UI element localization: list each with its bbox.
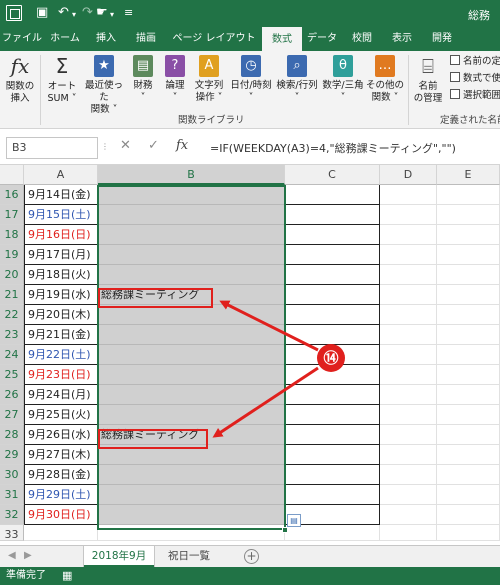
arrow-to-row-21: [219, 300, 319, 352]
annotation-arrows: [212, 300, 319, 438]
sheet-next-icon[interactable]: ▶: [24, 550, 32, 561]
sheet-tab-september[interactable]: 2018年9月: [84, 546, 154, 567]
status-bar: 準備完了 ▦: [0, 567, 500, 585]
sheet-tab-holidays[interactable]: 祝日一覧: [158, 546, 220, 567]
add-sheet-icon[interactable]: +: [244, 549, 259, 564]
macro-record-icon[interactable]: ▦: [62, 567, 72, 585]
sheet-prev-icon[interactable]: ◀: [8, 550, 16, 561]
sheet-tab-bar: ◀ ▶ 2018年9月 祝日一覧 +: [0, 545, 500, 567]
step-number-badge: ⑭: [317, 344, 345, 372]
status-text: 準備完了: [6, 570, 46, 581]
arrow-to-row-28: [212, 366, 319, 438]
